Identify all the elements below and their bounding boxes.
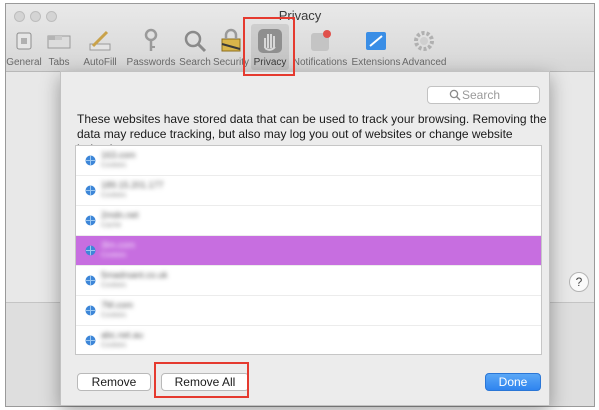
- globe-icon: [85, 305, 96, 316]
- toolbar-tabs[interactable]: Tabs: [42, 24, 76, 70]
- search-field[interactable]: Search: [427, 86, 540, 104]
- notification-icon: [311, 30, 331, 51]
- website-row[interactable]: 3lm.com Cookies: [76, 236, 541, 266]
- done-button[interactable]: Done: [485, 373, 541, 391]
- website-name: 163.com: [101, 150, 136, 160]
- remove-button[interactable]: Remove: [77, 373, 151, 391]
- key-icon: [144, 28, 158, 51]
- globe-icon: [85, 245, 96, 256]
- website-row[interactable]: 5madrsant.co.uk Cookies: [76, 266, 541, 296]
- website-data-type: Cookies: [101, 162, 127, 169]
- website-name: 5madrsant.co.uk: [101, 270, 168, 280]
- website-name: 7M.com: [101, 300, 134, 310]
- lock-icon: [221, 28, 241, 52]
- toolbar-notifications[interactable]: Notifications: [290, 24, 350, 70]
- window-title: Privacy: [278, 8, 322, 23]
- globe-icon: [85, 335, 96, 346]
- globe-icon: [85, 185, 96, 196]
- globe-icon: [85, 215, 96, 226]
- website-name: 3lm.com: [101, 240, 136, 250]
- search-icon: [449, 89, 461, 101]
- website-data-sheet: Search These websites have stored data t…: [60, 71, 550, 406]
- website-data-type: Cache: [101, 222, 122, 229]
- toolbar-search[interactable]: Search: [178, 24, 212, 70]
- magnifier-icon: [184, 30, 207, 53]
- toolbar-advanced[interactable]: Advanced: [402, 24, 446, 70]
- puzzle-icon: [366, 32, 386, 50]
- general-icon: [16, 32, 32, 50]
- privacy-highlight-box: [243, 17, 295, 76]
- gear-icon: [414, 31, 434, 51]
- website-data-type: Cookies: [101, 282, 127, 289]
- website-list[interactable]: 163.com Cookies 189.15.201.177 Cookies 2mdn.…: [75, 145, 542, 355]
- website-data-type: Cookies: [101, 342, 127, 349]
- remove-all-highlight-box: [154, 362, 249, 398]
- toolbar-general[interactable]: General: [6, 24, 42, 70]
- search-placeholder: Search: [462, 88, 501, 102]
- autofill-icon: [89, 30, 111, 51]
- website-name: abc.net.au: [101, 330, 144, 340]
- toolbar-passwords[interactable]: Passwords: [124, 24, 178, 70]
- globe-icon: [85, 275, 96, 286]
- website-row[interactable]: 163.com Cookies: [76, 146, 541, 176]
- tabs-icon: [47, 35, 71, 49]
- website-row[interactable]: 2mdn.net Cache: [76, 206, 541, 236]
- website-data-type: Cookies: [101, 192, 127, 199]
- website-row[interactable]: 7M.com Cookies: [76, 296, 541, 326]
- website-data-type: Cookies: [101, 312, 127, 319]
- title-bar: Privacy General Tabs AutoFill Passwords …: [6, 4, 594, 72]
- website-name: 2mdn.net: [101, 210, 139, 220]
- toolbar-autofill[interactable]: AutoFill: [76, 24, 124, 70]
- help-button[interactable]: ?: [569, 272, 589, 292]
- website-data-type: Cookies: [101, 252, 127, 259]
- website-row[interactable]: 189.15.201.177 Cookies: [76, 176, 541, 206]
- toolbar-extensions[interactable]: Extensions: [350, 24, 402, 70]
- website-row[interactable]: abc.net.au Cookies: [76, 326, 541, 354]
- website-name: 189.15.201.177: [101, 180, 164, 190]
- globe-icon: [85, 155, 96, 166]
